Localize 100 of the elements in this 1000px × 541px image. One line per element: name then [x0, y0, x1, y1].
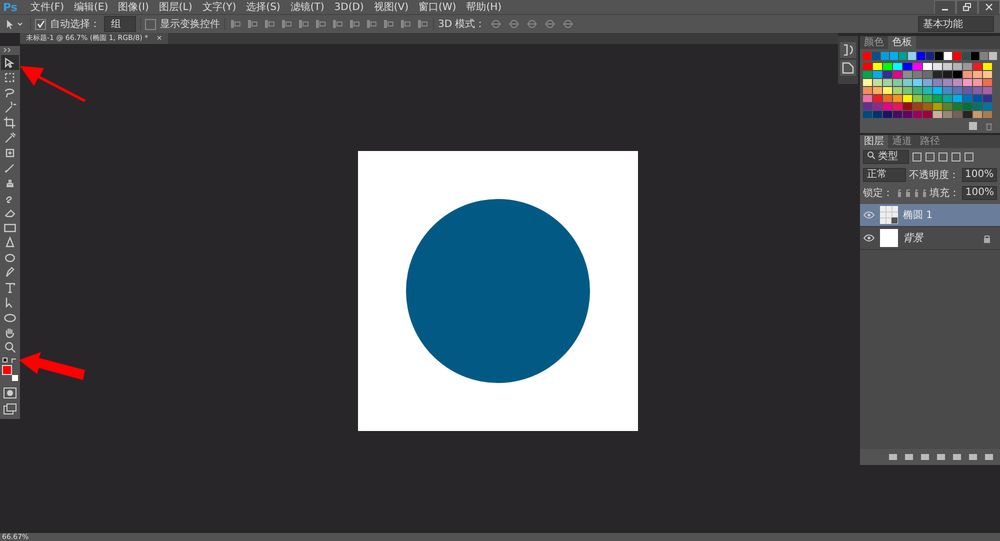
3d-control-icon[interactable] — [508, 19, 520, 29]
close-icon[interactable] — [985, 3, 993, 11]
color-swatch[interactable] — [872, 52, 880, 60]
color-swatch[interactable] — [943, 79, 952, 86]
color-swatch[interactable] — [913, 103, 922, 110]
panel-tab[interactable]: 颜色 — [860, 36, 888, 49]
panel-tab[interactable]: 图层 — [860, 135, 888, 148]
move-tool-icon[interactable] — [1, 55, 19, 70]
align-icon[interactable] — [366, 19, 377, 29]
color-swatch[interactable] — [943, 63, 952, 70]
color-swatch[interactable] — [983, 111, 992, 118]
align-icon[interactable] — [332, 19, 343, 29]
color-swatch[interactable] — [873, 103, 882, 110]
menu-item[interactable]: 文件(F) — [25, 0, 69, 14]
workspace-dropdown[interactable]: 基本功能 — [918, 16, 994, 32]
color-swatch[interactable] — [863, 71, 872, 78]
color-swatch[interactable] — [863, 111, 872, 118]
color-swatch[interactable] — [971, 52, 979, 60]
color-swatch[interactable] — [903, 63, 912, 70]
color-swatch[interactable] — [943, 111, 952, 118]
align-icon[interactable] — [315, 19, 326, 29]
color-swatch[interactable] — [983, 87, 992, 94]
swap-colors-icon[interactable] — [2, 357, 18, 365]
quick-mask-icon[interactable] — [3, 387, 17, 399]
color-swatch[interactable] — [863, 95, 872, 102]
color-swatch[interactable] — [953, 63, 962, 70]
align-icon[interactable] — [264, 19, 275, 29]
color-swatch[interactable] — [893, 95, 902, 102]
color-swatch[interactable] — [973, 87, 982, 94]
blend-mode-dropdown[interactable]: 正常 — [863, 168, 906, 182]
show-transform-checkbox[interactable] — [145, 18, 156, 30]
align-icon[interactable] — [298, 19, 309, 29]
color-swatch[interactable] — [943, 95, 952, 102]
color-swatch[interactable] — [943, 103, 952, 110]
color-swatch[interactable] — [983, 71, 992, 78]
color-swatch[interactable] — [883, 111, 892, 118]
lock-option-icon[interactable] — [912, 188, 918, 198]
color-swatch[interactable] — [973, 103, 982, 110]
color-swatch[interactable] — [913, 111, 922, 118]
color-swatch[interactable] — [933, 79, 942, 86]
filter-icon[interactable] — [951, 152, 962, 162]
align-icon[interactable] — [417, 19, 428, 29]
lock-option-icon[interactable] — [904, 188, 910, 198]
color-swatch[interactable] — [983, 95, 992, 102]
color-swatch[interactable] — [883, 79, 892, 86]
color-swatch[interactable] — [989, 52, 997, 60]
color-swatch[interactable] — [883, 103, 892, 110]
color-swatch[interactable] — [923, 95, 932, 102]
color-swatch[interactable] — [933, 63, 942, 70]
color-swatch[interactable] — [983, 79, 992, 86]
align-icon[interactable] — [349, 19, 360, 29]
visibility-eye-icon[interactable] — [863, 211, 875, 219]
foreground-color-swatch[interactable] — [2, 365, 12, 375]
color-swatch[interactable] — [908, 52, 916, 60]
color-swatch[interactable] — [903, 111, 912, 118]
color-swatch[interactable] — [962, 52, 970, 60]
auto-select-checkbox[interactable] — [35, 18, 46, 30]
restore-icon[interactable] — [963, 3, 971, 11]
auto-select-dropdown[interactable]: 组 — [104, 16, 136, 32]
menu-item[interactable]: 文字(Y) — [197, 0, 242, 14]
color-swatch[interactable] — [963, 111, 972, 118]
panel-tab[interactable]: 路径 — [916, 135, 944, 148]
fill-field[interactable]: 100% — [962, 186, 997, 200]
menu-item[interactable]: 选择(S) — [241, 0, 286, 14]
color-swatch[interactable] — [935, 52, 943, 60]
color-swatch[interactable] — [963, 63, 972, 70]
color-swatch[interactable] — [873, 111, 882, 118]
3d-control-icon[interactable] — [490, 19, 502, 29]
color-swatch[interactable] — [963, 87, 972, 94]
new-swatch-icon[interactable] — [968, 121, 978, 131]
filter-icon[interactable] — [964, 152, 974, 162]
align-icon[interactable] — [230, 19, 241, 29]
color-swatch[interactable] — [923, 103, 932, 110]
color-swatch[interactable] — [943, 87, 952, 94]
color-swatch[interactable] — [933, 103, 942, 110]
color-swatch[interactable] — [953, 79, 962, 86]
color-swatch[interactable] — [863, 63, 872, 70]
color-swatch[interactable] — [881, 52, 889, 60]
color-swatch[interactable] — [893, 71, 902, 78]
color-swatch[interactable] — [944, 52, 952, 60]
color-swatch[interactable] — [983, 103, 992, 110]
color-swatch[interactable] — [863, 87, 872, 94]
color-swatch[interactable] — [963, 103, 972, 110]
opacity-field[interactable]: 100% — [962, 168, 997, 182]
lock-option-icon[interactable] — [896, 188, 902, 198]
color-swatch[interactable] — [933, 87, 942, 94]
color-swatch[interactable] — [913, 79, 922, 86]
color-swatch[interactable] — [913, 87, 922, 94]
color-swatch[interactable] — [913, 71, 922, 78]
color-swatch[interactable] — [903, 79, 912, 86]
color-swatch[interactable] — [933, 95, 942, 102]
menu-item[interactable]: 帮助(H) — [461, 0, 507, 14]
align-icon[interactable] — [383, 19, 394, 29]
color-swatch[interactable] — [963, 71, 972, 78]
panel-tab[interactable]: 通道 — [888, 135, 916, 148]
color-swatch[interactable] — [923, 111, 932, 118]
align-icon[interactable] — [400, 19, 411, 29]
color-swatch[interactable] — [980, 52, 988, 60]
menu-item[interactable]: 滤镜(T) — [285, 0, 330, 14]
color-swatch[interactable] — [963, 95, 972, 102]
